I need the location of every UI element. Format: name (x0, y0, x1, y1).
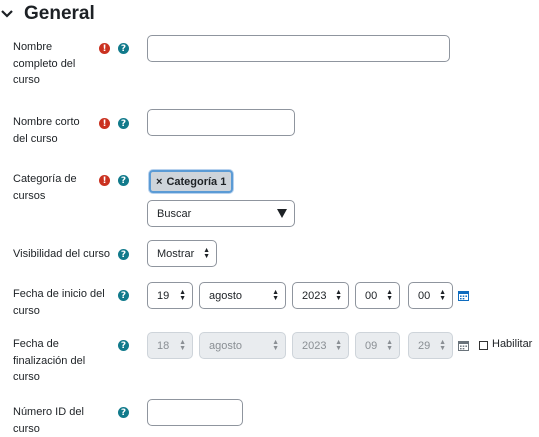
shortname-input[interactable] (147, 109, 295, 136)
enddate-day-value: 18 (157, 339, 170, 352)
calendar-icon[interactable] (458, 290, 469, 301)
caret-down-icon (277, 209, 287, 218)
section-header-general[interactable]: General (0, 3, 95, 25)
calendar-icon (458, 341, 469, 351)
fullname-label: Nombre completo del curso (13, 41, 76, 86)
startdate-month-select[interactable]: agosto ▲ ▼ (199, 282, 286, 309)
enddate-hour-value: 09 (365, 339, 378, 352)
updown-icon: ▲ ▼ (386, 338, 393, 352)
chevron-down-icon (1, 10, 13, 18)
enddate-month-select[interactable]: agosto ▲ ▼ (199, 332, 286, 359)
help-icon[interactable]: ? (118, 249, 129, 260)
visibility-label: Visibilidad del curso (13, 248, 111, 260)
enddate-year-value: 2023 (302, 339, 327, 352)
updown-icon: ▲ ▼ (272, 288, 279, 302)
help-icon[interactable]: ? (118, 118, 129, 129)
visibility-select[interactable]: Mostrar ▲ ▼ (147, 240, 217, 267)
required-icon: ! (99, 118, 110, 129)
updown-icon: ▲ ▼ (439, 288, 446, 302)
startdate-minute-value: 00 (418, 289, 431, 302)
updown-icon: ▲ ▼ (386, 288, 393, 302)
help-icon[interactable]: ? (118, 407, 129, 418)
startdate-day-select[interactable]: 19 ▲ ▼ (147, 282, 193, 309)
required-icon: ! (99, 43, 110, 54)
help-icon[interactable]: ? (118, 290, 129, 301)
enddate-enable-label[interactable]: Habilitar (492, 338, 532, 350)
enddate-day-select[interactable]: 18 ▲ ▼ (147, 332, 193, 359)
remove-icon[interactable]: × (156, 176, 162, 188)
category-selected-chip[interactable]: × Categoría 1 (149, 170, 233, 193)
idnumber-label: Número ID del curso (13, 406, 84, 435)
enddate-enable-checkbox[interactable] (479, 341, 488, 350)
startdate-hour-value: 00 (365, 289, 378, 302)
shortname-label: Nombre corto del curso (13, 116, 80, 145)
visibility-value: Mostrar (157, 247, 195, 260)
category-search-dropdown[interactable]: Buscar (147, 200, 295, 227)
updown-icon: ▲ ▼ (335, 288, 342, 302)
updown-icon: ▲ ▼ (179, 338, 186, 352)
updown-icon: ▲ ▼ (203, 246, 210, 260)
help-icon[interactable]: ? (118, 175, 129, 186)
help-icon[interactable]: ? (118, 43, 129, 54)
updown-icon: ▲ ▼ (439, 338, 446, 352)
startdate-year-select[interactable]: 2023 ▲ ▼ (292, 282, 349, 309)
enddate-month-value: agosto (209, 339, 243, 352)
enddate-minute-value: 29 (418, 339, 431, 352)
startdate-month-value: agosto (209, 289, 243, 302)
startdate-label: Fecha de inicio del curso (13, 288, 105, 317)
updown-icon: ▲ ▼ (335, 338, 342, 352)
fullname-input[interactable] (147, 35, 450, 62)
enddate-hour-select[interactable]: 09 ▲ ▼ (355, 332, 400, 359)
category-search-placeholder: Buscar (157, 207, 192, 220)
category-label: Categoría de cursos (13, 173, 77, 202)
startdate-hour-select[interactable]: 00 ▲ ▼ (355, 282, 400, 309)
section-title: General (24, 3, 95, 24)
enddate-year-select[interactable]: 2023 ▲ ▼ (292, 332, 349, 359)
category-chip-label: Categoría 1 (166, 175, 227, 188)
updown-icon: ▲ ▼ (179, 288, 186, 302)
startdate-minute-select[interactable]: 00 ▲ ▼ (408, 282, 453, 309)
help-icon[interactable]: ? (118, 340, 129, 351)
enddate-label: Fecha de finalización del curso (13, 338, 86, 383)
enddate-minute-select[interactable]: 29 ▲ ▼ (408, 332, 453, 359)
required-icon: ! (99, 175, 110, 186)
startdate-year-value: 2023 (302, 289, 327, 302)
updown-icon: ▲ ▼ (272, 338, 279, 352)
idnumber-input[interactable] (147, 399, 243, 426)
startdate-day-value: 19 (157, 289, 170, 302)
